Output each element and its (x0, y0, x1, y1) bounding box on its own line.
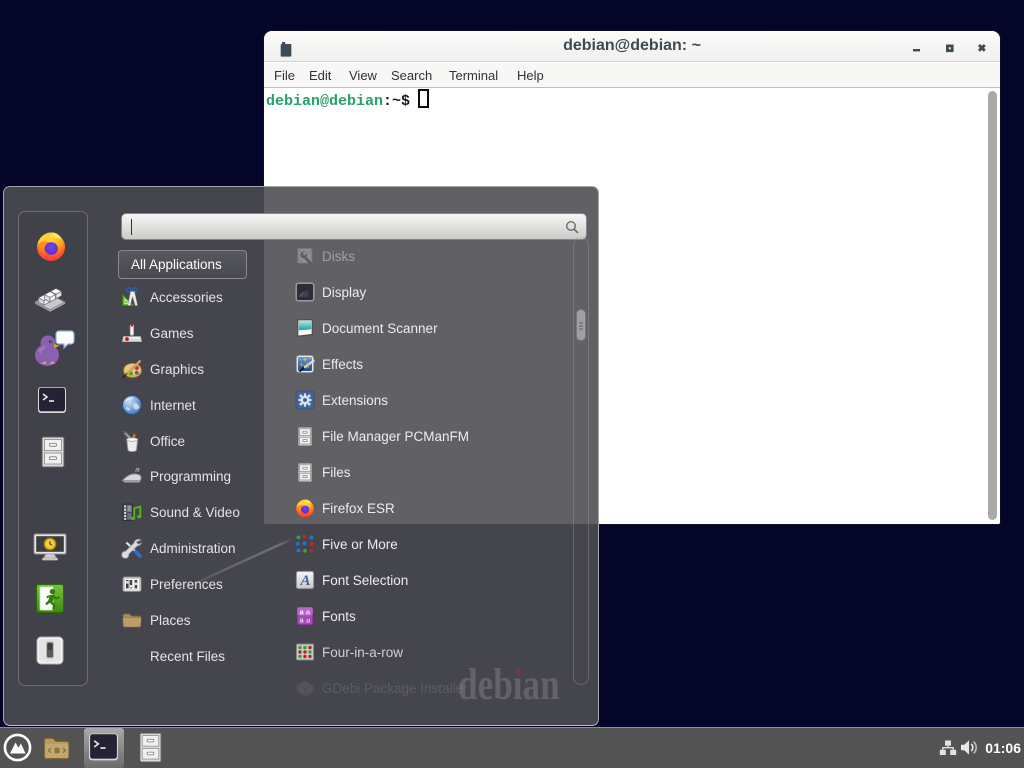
svg-text:A: A (299, 573, 310, 589)
svg-text:a: a (306, 616, 310, 625)
